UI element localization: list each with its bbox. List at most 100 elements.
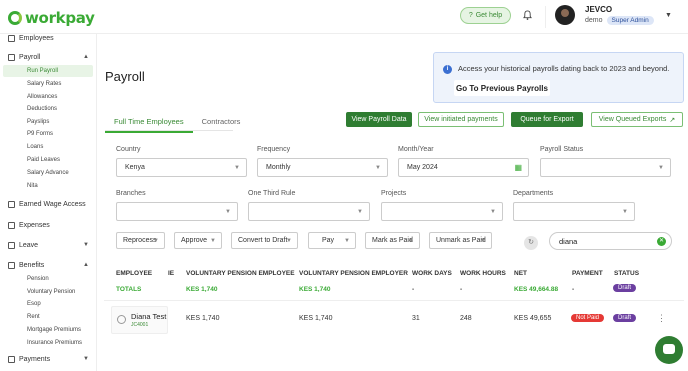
sidebar-sub-insurance-premiums[interactable]: Insurance Premiums <box>27 340 82 346</box>
get-help-button[interactable]: ? Get help <box>460 7 511 24</box>
divider <box>104 300 684 301</box>
currency-icon <box>8 261 15 269</box>
avatar[interactable] <box>555 5 575 25</box>
column-header-employee[interactable]: EMPLOYEE <box>116 270 152 277</box>
bell-icon[interactable] <box>523 10 532 20</box>
chevron-down-icon: ▼ <box>408 237 414 244</box>
chevron-up-icon: ▲ <box>83 54 89 60</box>
totals-work-hours: - <box>460 286 463 293</box>
queue-for-export-button[interactable]: Queue for Export <box>511 112 583 127</box>
totals-net: KES 49,664.88 <box>514 286 559 293</box>
mark-as-paid-dropdown[interactable]: Mark as Paid ▼ <box>365 232 420 249</box>
totals-work-days: - <box>412 286 415 293</box>
gear-icon <box>8 200 15 208</box>
sidebar-sub-payslips[interactable]: Payslips <box>27 119 49 125</box>
unmark-as-paid-dropdown[interactable]: Unmark as Paid ▼ <box>429 232 492 249</box>
sidebar-item-label: Benefits <box>19 261 45 269</box>
sidebar-sub-salary-rates[interactable]: Salary Rates <box>27 81 61 87</box>
sidebar-sub-allowances[interactable]: Allowances <box>27 94 57 100</box>
sidebar-item-benefits[interactable]: Benefits ▲ <box>0 258 97 272</box>
sidebar-sub-voluntary-pension[interactable]: Voluntary Pension <box>27 289 75 295</box>
reprocess-label: Reprocess <box>123 237 157 244</box>
people-icon <box>8 34 15 42</box>
chevron-up-icon: ▲ <box>83 262 89 268</box>
approve-label: Approve <box>181 237 208 244</box>
chat-icon[interactable] <box>655 336 683 364</box>
sidebar-item-label: Leave <box>19 241 39 249</box>
reprocess-dropdown[interactable]: Reprocess ▼ <box>116 232 165 249</box>
sidebar-item-payments[interactable]: Payments ▼ <box>0 352 97 366</box>
unmark-as-paid-label: Unmark as Paid <box>436 237 486 244</box>
sidebar-item-expenses[interactable]: Expenses <box>0 218 97 232</box>
view-queued-exports-button[interactable]: View Queued Exports ↗ <box>591 112 683 127</box>
frequency-select[interactable]: Monthly ▼ <box>257 158 388 177</box>
sidebar-sub-rent[interactable]: Rent <box>27 314 40 320</box>
sidebar-item-earned-wage-access[interactable]: Earned Wage Access <box>0 197 97 211</box>
frequency-value: Monthly <box>266 164 291 171</box>
chevron-down-icon: ▼ <box>658 164 664 171</box>
view-initiated-payments-button[interactable]: View initiated payments <box>418 112 504 127</box>
page-title: Payroll <box>105 69 145 84</box>
sidebar-sub-loans[interactable]: Loans <box>27 144 43 150</box>
sidebar-sub-nita[interactable]: Nita <box>27 183 38 189</box>
column-header-voluntary-pension-employer[interactable]: VOLUNTARY PENSION EMPLOYER <box>299 270 408 277</box>
search-input[interactable]: diana ✕ <box>549 232 672 250</box>
row-work-hours: 248 <box>460 315 472 322</box>
sidebar-sub-deductions[interactable]: Deductions <box>27 106 57 112</box>
chevron-down-icon: ▼ <box>225 208 231 215</box>
convert-to-draft-dropdown[interactable]: Convert to Draft ▼ <box>231 232 298 249</box>
branches-select[interactable]: ▼ <box>116 202 238 221</box>
role-badge: Super Admin <box>606 16 654 25</box>
go-to-previous-payrolls-button[interactable]: Go To Previous Payrolls <box>454 80 550 96</box>
sidebar-item-employees[interactable]: Employees <box>0 31 97 45</box>
column-header-status[interactable]: STATUS <box>614 270 639 277</box>
help-icon: ? <box>468 12 473 19</box>
view-payroll-data-button[interactable]: View Payroll Data <box>346 112 412 127</box>
chevron-down-icon: ▼ <box>480 237 486 244</box>
sidebar: Employees Payroll ▲ Run Payroll Salary Ra… <box>0 34 97 371</box>
logo-mark-icon <box>8 11 22 25</box>
sidebar-sub-paid-leaves[interactable]: Paid Leaves <box>27 157 60 163</box>
sidebar-item-label: Earned Wage Access <box>19 200 86 208</box>
sidebar-sub-esop[interactable]: Esop <box>27 301 41 307</box>
column-header-voluntary-pension-employee[interactable]: VOLUNTARY PENSION EMPLOYEE <box>186 270 295 277</box>
chevron-down-icon[interactable]: ▼ <box>665 12 672 19</box>
column-header-work-hours[interactable]: WORK HOURS <box>460 270 506 277</box>
sidebar-sub-salary-advance[interactable]: Salary Advance <box>27 170 69 176</box>
refresh-icon[interactable]: ↻ <box>524 236 538 250</box>
payroll-status-select[interactable]: ▼ <box>540 158 671 177</box>
country-value: Kenya <box>125 164 145 171</box>
chevron-down-icon: ▼ <box>490 208 496 215</box>
column-header-net[interactable]: NET <box>514 270 527 277</box>
column-header-ie[interactable]: IE <box>168 270 174 277</box>
workpay-logo[interactable]: workpay <box>8 9 95 27</box>
payment-status-badge: Not Paid <box>571 314 605 322</box>
sidebar-item-payroll[interactable]: Payroll ▲ <box>0 50 97 64</box>
row-work-days: 31 <box>412 315 420 322</box>
clear-search-icon[interactable]: ✕ <box>657 236 666 246</box>
chevron-down-icon: ▼ <box>210 237 216 244</box>
sidebar-item-leave[interactable]: Leave ▼ <box>0 238 97 252</box>
one-third-rule-select[interactable]: ▼ <box>248 202 370 221</box>
divider <box>545 6 546 28</box>
departments-select[interactable]: ▼ <box>513 202 635 221</box>
totals-vp-employer: KES 1,740 <box>299 286 331 293</box>
more-options-icon[interactable]: ⋮ <box>657 313 666 324</box>
avatar <box>117 315 126 324</box>
sidebar-sub-pension[interactable]: Pension <box>27 276 49 282</box>
column-header-work-days[interactable]: WORK DAYS <box>412 270 452 277</box>
sidebar-sub-mortgage-premiums[interactable]: Mortgage Premiums <box>27 327 81 333</box>
country-select[interactable]: Kenya ▼ <box>116 158 247 177</box>
pay-dropdown[interactable]: Pay ▼ <box>308 232 356 249</box>
table-row-employee-cell[interactable]: Diana Test JC4001 <box>111 306 168 334</box>
info-icon: i <box>443 65 452 74</box>
column-header-payment[interactable]: PAYMENT <box>572 270 603 277</box>
projects-select[interactable]: ▼ <box>381 202 503 221</box>
notice-text: Access your historical payrolls dating b… <box>458 64 670 73</box>
chevron-down-icon: ▼ <box>357 208 363 215</box>
totals-vp-employee: KES 1,740 <box>186 286 218 293</box>
month-year-picker[interactable]: May 2024 ▦ <box>398 158 529 177</box>
sidebar-sub-p9-forms[interactable]: P9 Forms <box>27 131 53 137</box>
approve-dropdown[interactable]: Approve ▼ <box>174 232 222 249</box>
sidebar-sub-run-payroll[interactable]: Run Payroll <box>3 65 93 77</box>
